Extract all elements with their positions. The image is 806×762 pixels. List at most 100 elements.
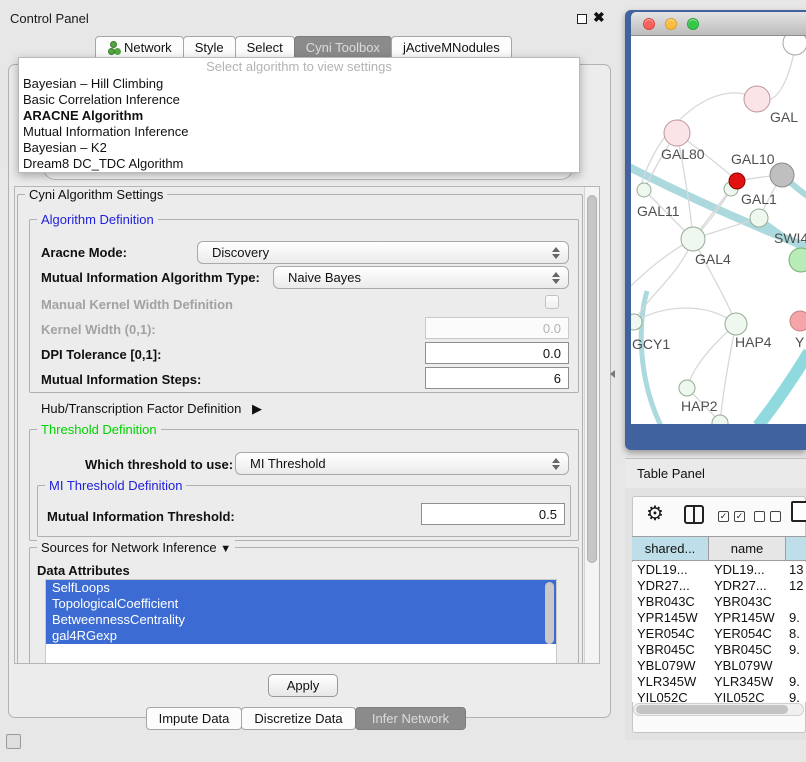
tab-infer-network[interactable]: Infer Network	[355, 707, 466, 730]
table-panel-titlebar: Table Panel	[625, 458, 806, 488]
column-header[interactable]	[786, 537, 806, 560]
hub-definition-toggle[interactable]: Hub/Transcription Factor Definition ▶	[41, 401, 262, 417]
attribute-item[interactable]: gal4RGexp	[46, 628, 556, 644]
network-node-hap4[interactable]	[725, 313, 747, 335]
columns-icon[interactable]	[684, 505, 704, 524]
zoom-window-icon[interactable]	[687, 18, 699, 30]
close-window-icon[interactable]	[643, 18, 655, 30]
table-horizontal-scrollbar[interactable]	[633, 703, 804, 716]
gear-icon[interactable]: ⚙	[646, 501, 664, 526]
attribute-item[interactable]: TopologicalCoefficient	[46, 596, 556, 612]
network-node-gcy1[interactable]	[631, 314, 642, 330]
network-node[interactable]	[729, 173, 745, 189]
select-all-columns-icon[interactable]: ✓ ✓	[718, 511, 745, 522]
table-row[interactable]: YBR043CYBR043C	[632, 594, 806, 610]
attribute-item[interactable]: SelfLoops	[46, 580, 556, 596]
column-header[interactable]: name	[709, 537, 786, 560]
node-label: GCY1	[632, 336, 670, 352]
node-label: SWI4	[774, 230, 806, 246]
dropdown-item[interactable]: Dream8 DC_TDC Algorithm	[19, 156, 579, 172]
threshold-definition-label: Threshold Definition	[37, 422, 161, 437]
table-row[interactable]: YDR27...YDR27...12	[632, 578, 806, 594]
tab-cyni-toolbox[interactable]: Cyni Toolbox	[294, 36, 392, 59]
table-cell: YDL19...	[632, 562, 709, 578]
mi-steps-field[interactable]: 6	[425, 367, 569, 389]
dropdown-item[interactable]: Mutual Information Inference	[19, 124, 579, 140]
control-panel-title: Control Panel	[10, 11, 89, 26]
screen: Control Panel ✖ Network Style SelectCyni T…	[0, 0, 806, 762]
mi-threshold-field[interactable]: 0.5	[421, 503, 565, 525]
sources-group-label[interactable]: Sources for Network Inference ▼	[37, 540, 235, 555]
network-node-gal1[interactable]	[750, 209, 768, 227]
dropdown-list: Bayesian – Hill ClimbingBasic Correlatio…	[19, 76, 579, 172]
tab-select[interactable]: Select	[235, 36, 295, 59]
tab-jactivemnodules[interactable]: jActiveMNodules	[391, 36, 512, 59]
which-threshold-label: Which threshold to use:	[85, 457, 233, 472]
network-node-gal11[interactable]	[637, 183, 651, 197]
export-table-icon[interactable]	[791, 501, 806, 522]
settings-vertical-scrollbar[interactable]	[584, 187, 599, 663]
network-canvas[interactable]: GALGAL80GAL10GAL1GAL11GAL4SWI4GCY1HAP4YH…	[631, 36, 806, 424]
table-cell: 8.	[786, 626, 806, 642]
tab-network[interactable]: Network	[95, 36, 184, 59]
dpi-tolerance-label: DPI Tolerance [0,1]:	[41, 347, 161, 362]
mi-threshold-label: Mutual Information Threshold:	[47, 509, 235, 524]
network-window-titlebar[interactable]	[631, 12, 806, 36]
splitter-arrow-icon[interactable]	[610, 370, 615, 378]
table-row[interactable]: YPR145WYPR145W9.	[632, 610, 806, 626]
network-node-gal[interactable]	[744, 86, 770, 112]
network-node-gal4[interactable]	[681, 227, 705, 251]
mi-steps-label: Mutual Information Steps:	[41, 372, 201, 387]
scrollbar-thumb[interactable]	[587, 195, 597, 563]
table-row[interactable]: YDL19...YDL19...13	[632, 562, 806, 578]
float-window-icon[interactable]	[577, 14, 587, 24]
aracne-mode-combo[interactable]: Discovery	[197, 241, 569, 264]
dropdown-item[interactable]: Bayesian – K2	[19, 140, 579, 156]
network-node-gal80[interactable]	[664, 120, 690, 146]
network-window: GALGAL80GAL10GAL1GAL11GAL4SWI4GCY1HAP4YH…	[625, 10, 806, 450]
apply-button[interactable]: Apply	[268, 674, 338, 697]
network-node[interactable]	[783, 36, 806, 55]
control-panel-tab-bar: Network Style SelectCyni ToolboxjActiveMNo…	[95, 36, 511, 59]
dock-panel-icon[interactable]	[6, 734, 21, 749]
expand-down-icon[interactable]: ▼	[220, 543, 231, 555]
table-row[interactable]: YER054CYER054C8.	[632, 626, 806, 642]
minimize-window-icon[interactable]	[665, 18, 677, 30]
table-row[interactable]: YBL079WYBL079W	[632, 658, 806, 674]
network-node-hap2[interactable]	[679, 380, 695, 396]
tab-style[interactable]: Style	[183, 36, 236, 59]
table-row[interactable]: YBR045CYBR045C9.	[632, 642, 806, 658]
combo-spinner-icon	[552, 246, 560, 260]
scrollbar-thumb[interactable]	[636, 705, 788, 714]
attribute-item[interactable]: BetweennessCentrality	[46, 612, 556, 628]
table-cell: 9.	[786, 610, 806, 626]
node-label: Y	[795, 334, 805, 350]
cyni-settings-group-label: Cyni Algorithm Settings	[25, 187, 167, 202]
which-threshold-combo[interactable]: MI Threshold	[235, 452, 569, 475]
network-node-y[interactable]	[790, 311, 806, 331]
mi-type-combo[interactable]: Naive Bayes	[273, 266, 569, 289]
aracne-mode-label: Aracne Mode:	[41, 245, 127, 260]
node-label: GAL	[770, 109, 798, 125]
expand-right-icon[interactable]: ▶	[252, 401, 262, 416]
column-header[interactable]: shared...	[632, 537, 709, 560]
dropdown-item[interactable]: ARACNE Algorithm	[19, 108, 579, 124]
tab-label: Style	[195, 37, 224, 58]
dpi-tolerance-field[interactable]: 0.0	[425, 342, 569, 364]
dropdown-item[interactable]: Bayesian – Hill Climbing	[19, 76, 579, 92]
deselect-all-columns-icon[interactable]	[754, 511, 781, 522]
tab-impute-data[interactable]: Impute Data	[146, 707, 242, 730]
close-panel-icon[interactable]: ✖	[593, 9, 605, 26]
aracne-mode-value: Discovery	[212, 245, 269, 260]
tab-discretize-data[interactable]: Discretize Data	[241, 707, 356, 730]
kernel-width-field[interactable]: 0.0	[425, 317, 569, 339]
table-cell: 9.	[786, 642, 806, 658]
table-cell: YBR043C	[709, 594, 786, 610]
network-node-swi4[interactable]	[789, 248, 806, 272]
table-cell: YER054C	[709, 626, 786, 642]
table-row[interactable]: YLR345WYLR345W9.	[632, 674, 806, 690]
dropdown-item[interactable]: Basic Correlation Inference	[19, 92, 579, 108]
table-row[interactable]: YIL052CYIL052C9.	[632, 690, 806, 702]
list-scrollbar[interactable]	[545, 582, 554, 644]
manual-kernel-checkbox[interactable]	[545, 295, 559, 309]
